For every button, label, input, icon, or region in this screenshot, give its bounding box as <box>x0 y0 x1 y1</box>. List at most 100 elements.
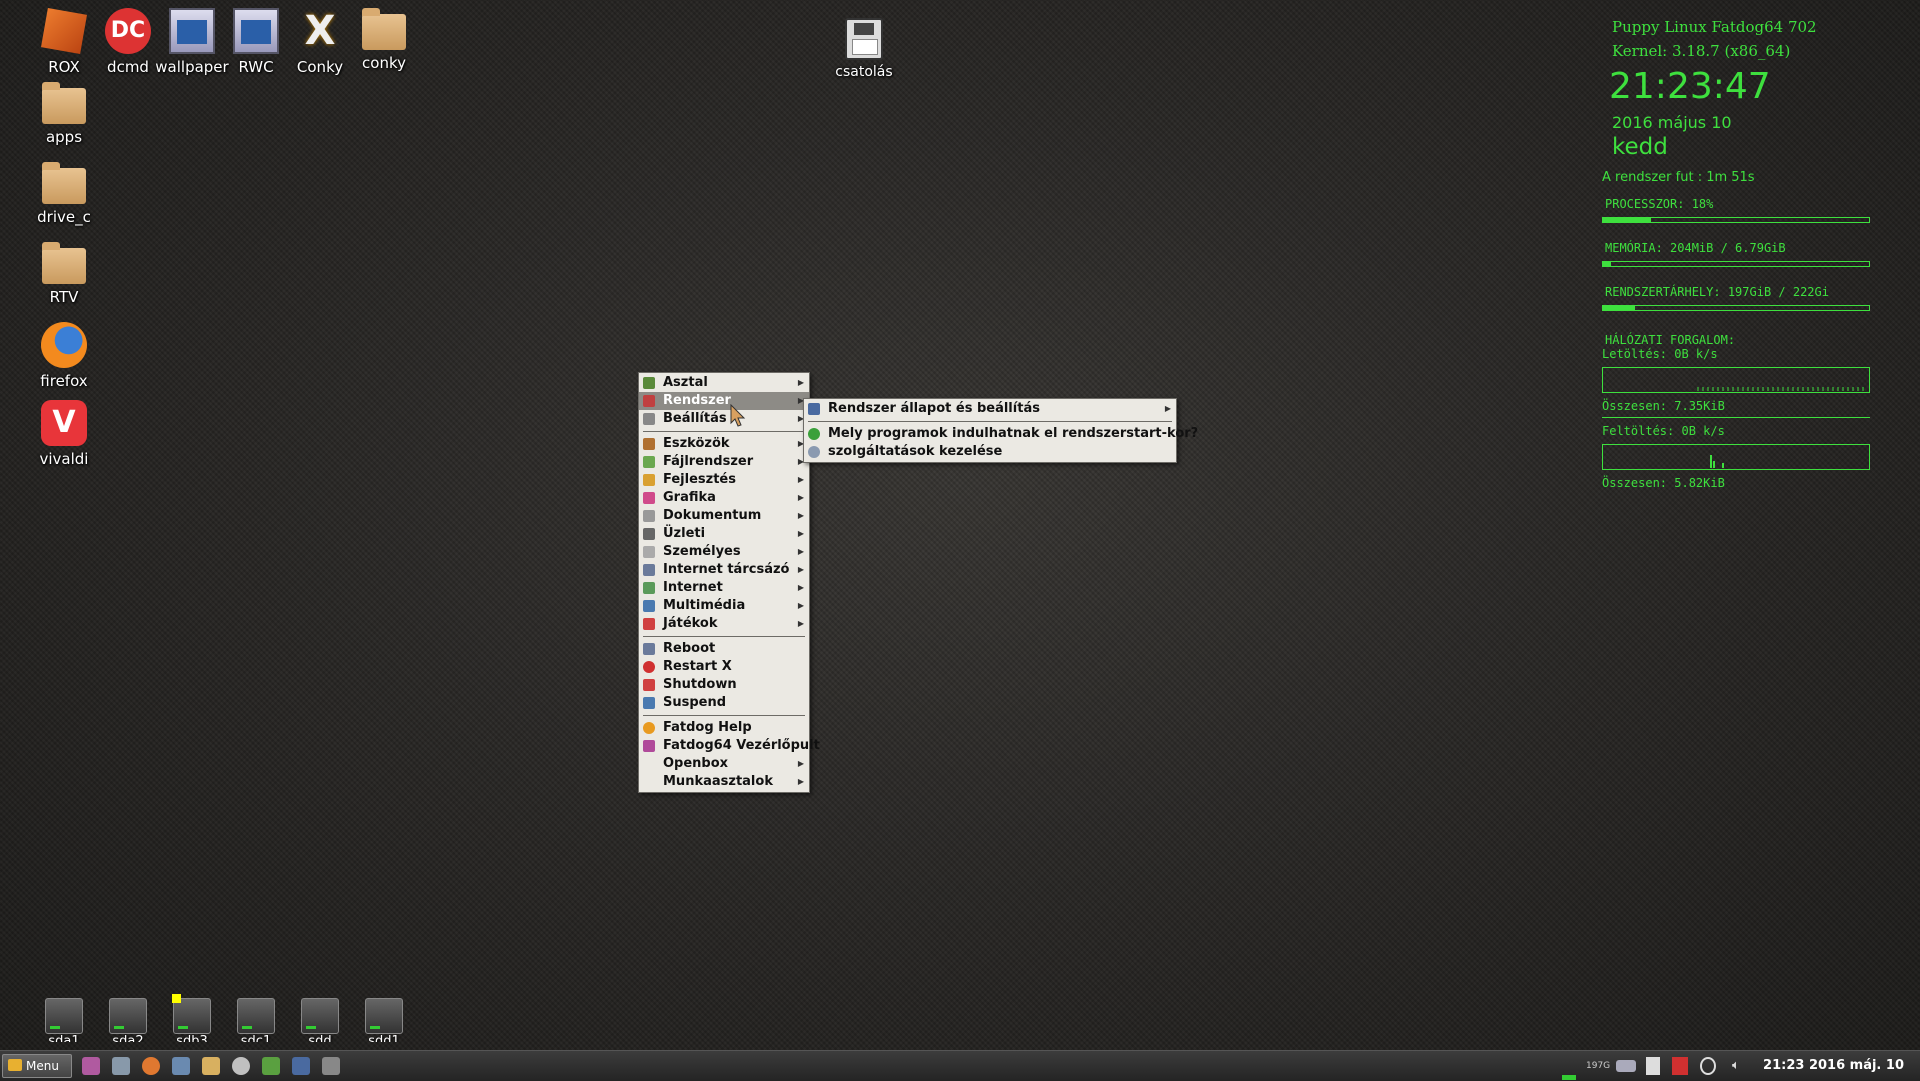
taskbar-clock[interactable]: 21:23 2016 máj. 10 <box>1763 1051 1904 1081</box>
network-header: HÁLÓZATI FORGALOM: <box>1605 333 1736 347</box>
menu-item-shutdown[interactable]: Shutdown <box>639 676 809 694</box>
pdf-icon[interactable] <box>1672 1057 1688 1075</box>
download-label: Letöltés: 0B k/s <box>1602 347 1718 361</box>
memory-bar <box>1602 261 1870 267</box>
drive-icon-sdd1[interactable]: sdd1 <box>344 994 424 1042</box>
status-icon[interactable] <box>1700 1057 1716 1075</box>
menu-item-reboot[interactable]: Reboot <box>639 640 809 658</box>
menu-item-control-panel[interactable]: Fatdog64 Vezérlőpult <box>639 737 820 755</box>
rwc-icon <box>233 8 279 54</box>
suspend-icon <box>643 697 655 709</box>
conky-weekday: kedd <box>1612 134 1668 160</box>
download-graph-lines <box>1697 387 1864 391</box>
send-icon[interactable] <box>322 1057 340 1075</box>
menu-item-label: Fájlrendszer <box>663 454 754 469</box>
menu-item-restart-x[interactable]: Restart X <box>639 658 809 676</box>
desktop-icon-conky-folder[interactable]: conky <box>344 8 424 72</box>
menu-item-label: Dokumentum <box>663 508 762 523</box>
file-manager-icon[interactable] <box>202 1057 220 1075</box>
menu-item-munkaasztalok[interactable]: Munkaasztalok ▶ <box>639 773 809 791</box>
menu-item-label: Multimédia <box>663 598 746 613</box>
menu-item-label: Eszközök <box>663 436 730 451</box>
filesystem-icon <box>643 456 655 468</box>
menu-item-szemelyes[interactable]: Személyes ▶ <box>639 543 809 561</box>
drive-label: sdd1 <box>368 1034 400 1042</box>
desktop-icon-vivaldi[interactable]: V vivaldi <box>24 400 104 468</box>
menu-separator <box>643 431 805 432</box>
submenu-item-startup-programs[interactable]: Mely programok indulhatnak el rendszerst… <box>804 425 1198 443</box>
desktop-icon-rtv[interactable]: RTV <box>24 242 104 306</box>
firefox-icon <box>41 322 87 368</box>
menu-item-rendszer[interactable]: Rendszer ▶ <box>639 392 809 410</box>
personal-icon <box>643 546 655 558</box>
submenu-arrow-icon: ▶ <box>797 583 804 592</box>
menu-item-label: Beállítás <box>663 411 727 426</box>
shutdown-icon <box>643 679 655 691</box>
menu-item-fejlesztes[interactable]: Fejlesztés ▶ <box>639 471 809 489</box>
disk-bar-fill <box>1603 306 1635 310</box>
reboot-icon <box>643 643 655 655</box>
submenu-item-services[interactable]: szolgáltatások kezelése <box>804 443 1176 461</box>
search-icon[interactable] <box>232 1057 250 1075</box>
upload-graph <box>1602 444 1870 470</box>
editor-icon[interactable] <box>262 1057 280 1075</box>
menu-item-jatekok[interactable]: Játékok ▶ <box>639 615 809 633</box>
menu-item-label: Grafika <box>663 490 716 505</box>
menu-item-openbox[interactable]: Openbox ▶ <box>639 755 809 773</box>
browser-icon[interactable] <box>142 1057 160 1075</box>
submenu-item-system-status[interactable]: Rendszer állapot és beállítás ▶ <box>804 400 1176 418</box>
restart-x-icon <box>643 661 655 673</box>
upload-total: Összesen: 5.82KiB <box>1602 476 1725 490</box>
control-panel-icon[interactable] <box>82 1057 100 1075</box>
save-icon[interactable] <box>172 1057 190 1075</box>
system-monitor-icon[interactable] <box>112 1057 130 1075</box>
hard-drive-icon <box>365 998 403 1034</box>
globe-icon <box>643 582 655 594</box>
menu-item-uzleti[interactable]: Üzleti ▶ <box>639 525 809 543</box>
desktop-icon-drive-c[interactable]: drive_c <box>24 162 104 226</box>
start-menu-button[interactable]: Menu <box>2 1054 72 1078</box>
menu-item-grafika[interactable]: Grafika ▶ <box>639 489 809 507</box>
menu-item-beallitas[interactable]: Beállítás ▶ <box>639 410 809 428</box>
menu-item-fajlrendszer[interactable]: Fájlrendszer ▶ <box>639 453 809 471</box>
menu-item-internet-tarcsazo[interactable]: Internet tárcsázó ▶ <box>639 561 809 579</box>
menu-item-label: Reboot <box>663 641 716 656</box>
submenu-arrow-icon: ▶ <box>797 475 804 484</box>
hard-drive-icon <box>109 998 147 1034</box>
icon-label: RTV <box>49 288 79 306</box>
upload-label: Feltöltés: 0B k/s <box>1602 424 1725 438</box>
conky-date: 2016 május 10 <box>1612 113 1732 132</box>
volume-icon[interactable]: 🔈︎ <box>1732 1057 1740 1075</box>
settings-icon <box>643 413 655 425</box>
menu-item-label: Munkaasztalok <box>663 774 773 789</box>
submenu-arrow-icon: ▶ <box>797 511 804 520</box>
development-icon <box>643 474 655 486</box>
activity-indicator <box>1562 1075 1576 1080</box>
menu-item-dokumentum[interactable]: Dokumentum ▶ <box>639 507 809 525</box>
menu-item-suspend[interactable]: Suspend <box>639 694 809 712</box>
menu-item-fatdog-help[interactable]: Fatdog Help <box>639 719 809 737</box>
desktop-icon-firefox[interactable]: firefox <box>24 322 104 390</box>
desktop-icon-apps[interactable]: apps <box>24 82 104 146</box>
menu-item-eszkozok[interactable]: Eszközök ▶ <box>639 435 809 453</box>
menu-item-label: Suspend <box>663 695 727 710</box>
disk-space-indicator[interactable]: 197G <box>1586 1057 1610 1075</box>
menu-item-internet[interactable]: Internet ▶ <box>639 579 809 597</box>
menu-item-label: Játékok <box>663 616 718 631</box>
tools-icon <box>643 438 655 450</box>
memory-bar-fill <box>1603 262 1611 266</box>
calculator-icon[interactable] <box>292 1057 310 1075</box>
submenu-arrow-icon: ▶ <box>1164 404 1171 413</box>
desktop-icon-mount[interactable]: csatolás <box>824 18 904 80</box>
system-icon <box>643 395 655 407</box>
vivaldi-icon: V <box>41 400 87 446</box>
menu-item-asztal[interactable]: Asztal ▶ <box>639 374 809 392</box>
submenu-arrow-icon: ▶ <box>797 619 804 628</box>
cpu-bar <box>1602 217 1870 223</box>
clipboard-icon[interactable] <box>1646 1057 1660 1075</box>
download-graph <box>1602 367 1870 393</box>
hard-drive-icon <box>173 998 211 1034</box>
network-icon[interactable] <box>1616 1060 1636 1072</box>
business-icon <box>643 528 655 540</box>
menu-item-multimedia[interactable]: Multimédia ▶ <box>639 597 809 615</box>
